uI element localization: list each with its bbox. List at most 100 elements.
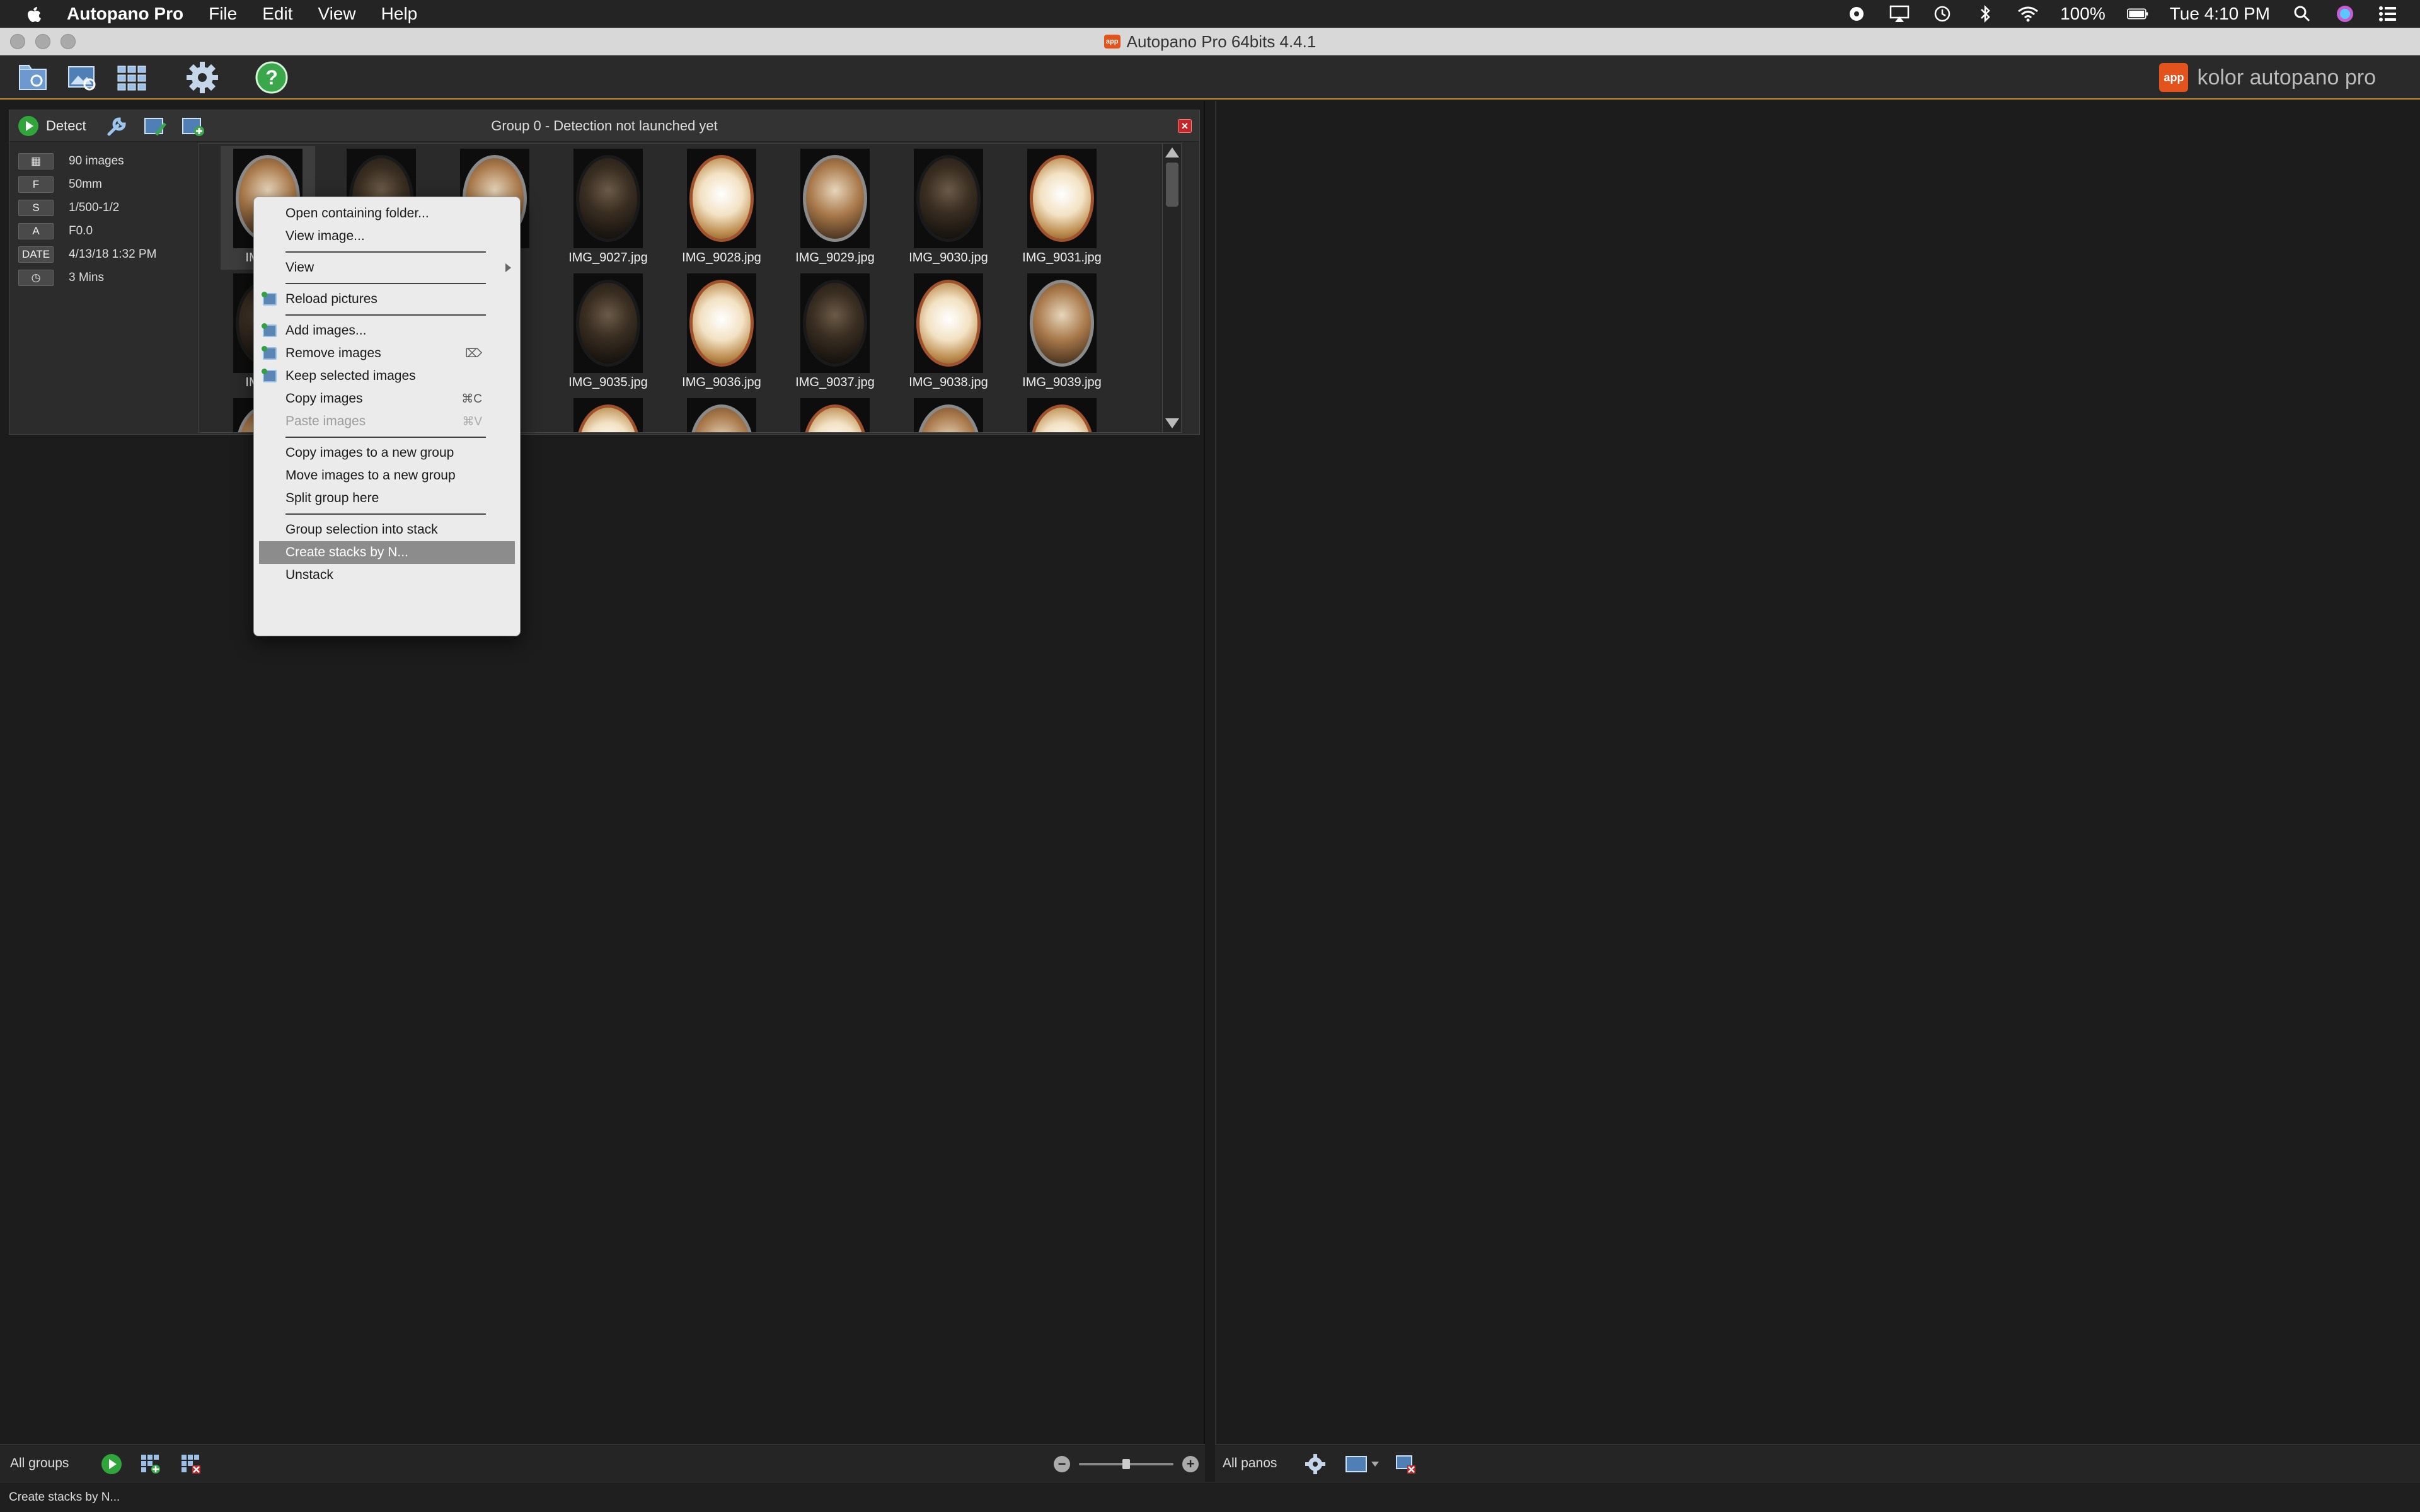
menu-item-remove-images[interactable]: Remove images ⌦ <box>254 342 520 365</box>
menu-help[interactable]: Help <box>381 4 418 24</box>
render-dropdown-icon[interactable] <box>1345 1453 1380 1475</box>
thumbnail-image <box>914 398 983 432</box>
menu-item-label: Create stacks by N... <box>285 545 408 559</box>
batch-grid-button[interactable] <box>115 60 149 94</box>
image-thumbnail[interactable]: IMG_9036.jpg <box>674 271 769 394</box>
menu-item-unstack[interactable]: Unstack <box>254 564 520 587</box>
menu-view[interactable]: View <box>318 4 355 24</box>
zoom-slider[interactable]: − + <box>1054 1455 1199 1474</box>
menu-item-shortcut: ⌘C <box>461 392 482 406</box>
delete-group-icon[interactable] <box>180 1453 202 1475</box>
image-thumbnail[interactable]: IMG_9030.jpg <box>901 146 996 270</box>
add-images-icon[interactable] <box>181 115 206 138</box>
delete-pano-icon[interactable] <box>1395 1453 1417 1475</box>
image-thumbnail[interactable] <box>788 396 882 432</box>
menu-item-open-containing-folder[interactable]: Open containing folder... <box>254 202 520 225</box>
menu-item-add-images[interactable]: Add images... <box>254 319 520 342</box>
app-menu[interactable]: Autopano Pro <box>67 4 183 24</box>
image-thumbnail[interactable] <box>1015 396 1109 432</box>
spotlight-search-icon[interactable] <box>2291 3 2313 25</box>
thumbnail-image <box>687 398 756 432</box>
bluetooth-icon[interactable] <box>1974 3 1996 25</box>
detect-all-play-icon[interactable] <box>101 1453 122 1475</box>
menu-item-reload-pictures[interactable]: Reload pictures <box>254 288 520 311</box>
airplay-icon[interactable] <box>1889 3 1910 25</box>
menu-item-move-images-to-a-new-group[interactable]: Move images to a new group <box>254 464 520 487</box>
thumbnail-image <box>687 273 756 373</box>
menu-separator <box>254 279 520 288</box>
image-thumbnail[interactable]: IMG_9031.jpg <box>1015 146 1109 270</box>
menubar-clock[interactable]: Tue 4:10 PM <box>2170 4 2270 24</box>
grid-scrollbar[interactable] <box>1162 144 1181 432</box>
menu-item-label: Group selection into stack <box>285 522 438 537</box>
wifi-icon[interactable] <box>2017 3 2039 25</box>
menu-item-label: Open containing folder... <box>285 206 429 220</box>
edit-images-icon[interactable] <box>143 115 168 138</box>
image-thumbnail[interactable] <box>901 396 996 432</box>
thumbnail-image <box>1027 149 1097 248</box>
zoom-knob[interactable] <box>1122 1459 1130 1469</box>
scroll-down-arrow[interactable] <box>1165 418 1179 428</box>
scroll-up-arrow[interactable] <box>1165 147 1179 158</box>
zoom-out-icon[interactable]: − <box>1054 1456 1070 1472</box>
menu-item-copy-images[interactable]: Copy images ⌘C <box>254 387 520 410</box>
time-machine-icon[interactable] <box>1932 3 1953 25</box>
image-thumbnail[interactable]: IMG_9028.jpg <box>674 146 769 270</box>
battery-percent: 100% <box>2060 4 2106 23</box>
menu-item-view[interactable]: View <box>254 256 520 279</box>
battery-icon[interactable] <box>2126 3 2148 25</box>
kolor-logo: app <box>2159 63 2189 92</box>
help-icon[interactable]: ? <box>255 60 289 94</box>
thumbnail-filename: IMG_9031.jpg <box>1022 251 1102 265</box>
notification-center-icon[interactable] <box>2377 3 2399 25</box>
zoom-in-icon[interactable]: + <box>1182 1456 1199 1472</box>
image-thumbnail[interactable]: IMG_9035.jpg <box>561 271 655 394</box>
menu-item-label: Move images to a new group <box>285 468 456 483</box>
siri-icon[interactable] <box>2334 3 2356 25</box>
all-groups-label: All groups <box>10 1455 69 1470</box>
pano-settings-gear-icon[interactable] <box>1305 1453 1326 1475</box>
info-row: DATE 4/13/18 1:32 PM <box>18 243 201 266</box>
info-key: DATE <box>18 246 54 263</box>
open-images-button[interactable] <box>66 60 100 94</box>
apple-menu-icon[interactable] <box>25 4 43 24</box>
menu-file[interactable]: File <box>209 4 237 24</box>
scroll-thumb[interactable] <box>1166 163 1178 207</box>
info-row: F 50mm <box>18 173 201 196</box>
gear-status-icon[interactable] <box>1846 3 1867 25</box>
image-thumbnail[interactable] <box>674 396 769 432</box>
detect-button[interactable]: Detect <box>18 116 86 136</box>
menu-separator <box>254 510 520 518</box>
add-group-icon[interactable] <box>140 1453 161 1475</box>
open-folder-button[interactable] <box>16 60 50 94</box>
menu-item-group-selection-into-stack[interactable]: Group selection into stack <box>254 518 520 541</box>
menu-item-label: Keep selected images <box>285 369 416 383</box>
menu-item-paste-images: Paste images ⌘V <box>254 410 520 433</box>
menu-item-split-group-here[interactable]: Split group here <box>254 487 520 510</box>
menu-item-keep-selected-images[interactable]: Keep selected images <box>254 365 520 387</box>
close-group-button[interactable]: × <box>1178 119 1192 133</box>
image-thumbnail[interactable]: IMG_9039.jpg <box>1015 271 1109 394</box>
image-thumbnail[interactable] <box>561 396 655 432</box>
menu-item-label: Remove images <box>285 346 381 360</box>
menu-item-copy-images-to-a-new-group[interactable]: Copy images to a new group <box>254 442 520 464</box>
all-panos-label: All panos <box>1223 1455 1277 1470</box>
image-thumbnail[interactable]: IMG_9037.jpg <box>788 271 882 394</box>
image-thumbnail[interactable]: IMG_9029.jpg <box>788 146 882 270</box>
thumbnail-image <box>1027 273 1097 373</box>
image-thumbnail[interactable]: IMG_9038.jpg <box>901 271 996 394</box>
menu-item-view-image[interactable]: View image... <box>254 225 520 248</box>
groups-panel: Group 0 - Detection not launched yet Det… <box>0 101 1205 1444</box>
wrench-icon[interactable] <box>104 115 129 138</box>
menu-item-shortcut: ⌘V <box>462 415 482 428</box>
menu-edit[interactable]: Edit <box>262 4 292 24</box>
image-thumbnail[interactable]: IMG_9027.jpg <box>561 146 655 270</box>
settings-gear-icon[interactable] <box>185 60 219 94</box>
info-row: ◷ 3 Mins <box>18 266 201 289</box>
submenu-arrow-icon <box>505 263 511 272</box>
menu-item-create-stacks-by-n[interactable]: Create stacks by N... <box>259 541 515 564</box>
thumbnail-image <box>687 149 756 248</box>
menu-item-label: Split group here <box>285 491 379 505</box>
main-toolbar: ? app kolor autopano pro <box>0 55 2420 100</box>
menu-item-label: Unstack <box>285 568 333 582</box>
